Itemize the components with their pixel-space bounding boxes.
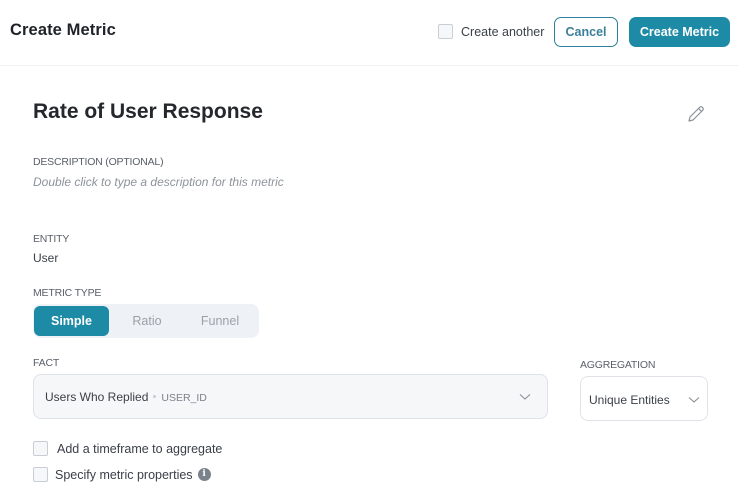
timeframe-option[interactable]: Add a timeframe to aggregate [33, 441, 222, 456]
fact-select[interactable]: Users Who Replied USER_ID [33, 374, 548, 419]
metric-type-simple[interactable]: Simple [34, 306, 109, 336]
properties-label: Specify metric properties [55, 467, 193, 482]
create-another-label: Create another [461, 24, 545, 39]
description-label: DESCRIPTION (OPTIONAL) [33, 156, 164, 168]
create-another-checkbox[interactable] [438, 24, 453, 39]
separator-dot [153, 395, 157, 399]
create-metric-button[interactable]: Create Metric [629, 17, 730, 47]
description-input[interactable]: Double click to type a description for t… [33, 175, 284, 189]
aggregation-value: Unique Entities [589, 393, 670, 407]
properties-checkbox[interactable] [33, 467, 48, 482]
fact-sub-value: USER_ID [161, 392, 207, 404]
info-icon[interactable]: i [197, 468, 211, 481]
timeframe-label: Add a timeframe to aggregate [57, 441, 223, 456]
chevron-down-icon [688, 397, 700, 403]
timeframe-checkbox[interactable] [33, 441, 48, 456]
fact-value-wrapper: Users Who Replied USER_ID [45, 390, 207, 404]
pencil-icon[interactable] [686, 104, 706, 124]
page-header: Create Metric Create another Cancel Crea… [0, 0, 739, 66]
entity-label: ENTITY [33, 233, 70, 245]
aggregation-label: AGGREGATION [580, 359, 656, 371]
entity-value: User [33, 251, 59, 265]
cancel-button[interactable]: Cancel [554, 17, 618, 47]
metric-type-ratio[interactable]: Ratio [113, 306, 181, 336]
create-another-toggle[interactable]: Create another [438, 24, 544, 39]
aggregation-select[interactable]: Unique Entities [580, 376, 708, 421]
properties-option[interactable]: Specify metric properties i [33, 467, 211, 482]
metric-type-label: METRIC TYPE [33, 287, 102, 299]
metric-name[interactable]: Rate of User Response [33, 100, 263, 124]
fact-label: FACT [33, 357, 60, 369]
page-title: Create Metric [10, 21, 116, 39]
chevron-down-icon [519, 394, 531, 400]
metric-type-segmented-control: Simple Ratio Funnel [33, 304, 259, 338]
metric-type-funnel[interactable]: Funnel [185, 306, 255, 336]
fact-value: Users Who Replied [45, 390, 149, 404]
